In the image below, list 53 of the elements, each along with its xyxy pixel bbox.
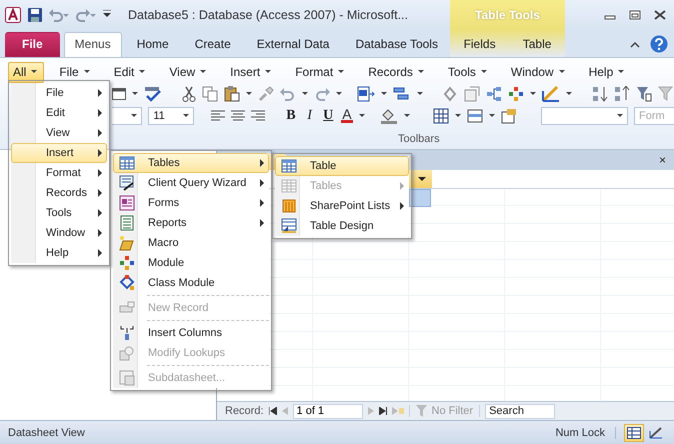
ribbon-tab[interactable]: Fields (452, 32, 507, 57)
font-color-button[interactable]: A (340, 108, 354, 123)
menu-bar-item[interactable]: View (164, 62, 214, 82)
menu-item[interactable]: Reports (113, 213, 269, 233)
menu-bar-item[interactable]: Tools (442, 62, 494, 82)
menu-item[interactable]: Records (11, 183, 107, 203)
menu-item[interactable]: SharePoint Lists (275, 196, 409, 216)
menu-item[interactable]: Tables (113, 153, 269, 173)
menu-item[interactable]: Table Design (275, 216, 409, 236)
menu-bar-item[interactable]: Insert (225, 62, 278, 82)
underline-button[interactable]: U (322, 108, 335, 124)
menu-bar-item[interactable]: Format (290, 62, 352, 82)
record-position-field[interactable]: 1 of 1 (292, 404, 363, 418)
menu-item[interactable]: Class Module (113, 273, 269, 293)
menu-item[interactable]: Window (11, 223, 107, 243)
menu-item[interactable]: File (11, 83, 107, 103)
menu-item[interactable]: Module (113, 253, 269, 273)
menu-item[interactable]: Table (275, 156, 409, 176)
search-field[interactable]: Search (485, 404, 556, 418)
group-label: Toolbars (398, 133, 440, 145)
record-label: Record: (225, 405, 264, 417)
menu-item[interactable]: Insert (11, 143, 107, 163)
ribbon-tab[interactable]: Create (184, 32, 242, 57)
ribbon-tab[interactable]: External Data (246, 32, 340, 57)
ribbon-tab[interactable]: Home (126, 32, 180, 57)
menu-item[interactable]: Tools (11, 203, 107, 223)
menu-item[interactable]: Client Query Wizard (113, 173, 269, 193)
close-icon[interactable]: × (658, 153, 666, 167)
menu-item[interactable]: Insert Columns (113, 323, 269, 343)
menu-bar-item[interactable]: Edit (108, 62, 152, 82)
contextual-tab-title: Table Tools (475, 8, 540, 22)
status-text: Datasheet View (8, 426, 86, 438)
bold-button[interactable]: B (284, 108, 298, 124)
menu-bar-item[interactable]: Window (506, 62, 572, 82)
menu-item[interactable]: Forms (113, 193, 269, 213)
ribbon-tab[interactable]: Menus (64, 32, 122, 57)
menu-item[interactable]: Macro (113, 233, 269, 253)
window-title: Database5 : Database (Access 2007) - Microsoft... (128, 8, 408, 22)
menu-item[interactable]: View (11, 123, 107, 143)
menu-bar-item[interactable]: All (8, 62, 44, 82)
italic-button[interactable]: I (303, 108, 316, 124)
menu-bar-item[interactable]: Help (584, 62, 632, 82)
menu-bar-item[interactable]: File (54, 62, 97, 82)
menu-item[interactable]: Format (11, 163, 107, 183)
form-field[interactable]: Form (634, 106, 674, 124)
num-lock-indicator: Num Lock (555, 426, 616, 438)
menu-item[interactable]: Edit (11, 103, 107, 123)
menu-bar-item[interactable]: Records (363, 62, 431, 82)
ribbon-tab[interactable]: Database Tools (344, 32, 449, 57)
menu-item[interactable]: Help (11, 243, 107, 263)
ribbon-tab[interactable]: File (5, 32, 60, 57)
font-size-combo[interactable]: 11 (148, 106, 194, 124)
ribbon-tab[interactable]: Table (512, 32, 562, 57)
